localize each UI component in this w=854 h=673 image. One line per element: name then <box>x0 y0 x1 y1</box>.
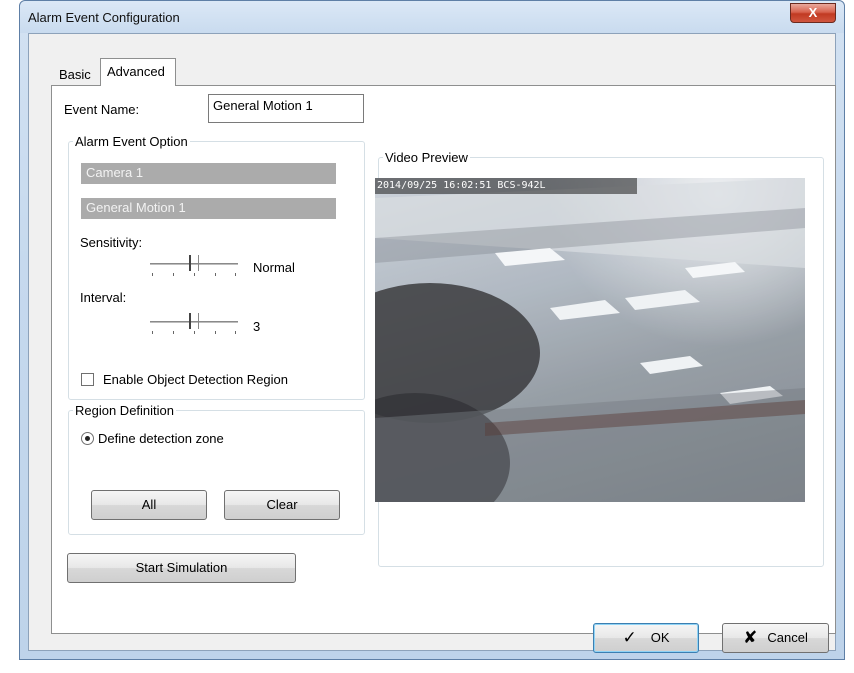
slider-tick <box>235 273 236 276</box>
enable-region-checkbox[interactable] <box>81 373 94 386</box>
close-button[interactable]: X <box>790 3 836 23</box>
alarm-event-option-legend: Alarm Event Option <box>75 134 188 149</box>
title-bar[interactable]: Alarm Event Configuration X <box>20 1 844 33</box>
enable-region-label: Enable Object Detection Region <box>103 372 289 387</box>
define-zone-radio[interactable] <box>81 432 94 445</box>
ok-label: OK <box>650 630 670 645</box>
event-name-input[interactable]: General Motion 1 <box>208 94 364 123</box>
sensitivity-value: Normal <box>253 260 295 275</box>
slider-thumb[interactable] <box>189 313 199 329</box>
radio-selected-dot <box>85 436 90 441</box>
x-icon: ✘ <box>743 628 758 647</box>
interval-slider[interactable] <box>146 313 242 335</box>
cancel-label: Cancel <box>767 630 808 645</box>
tab-basic[interactable]: Basic <box>53 62 97 85</box>
close-icon: X <box>808 5 818 20</box>
slider-thumb[interactable] <box>189 255 199 271</box>
window-title: Alarm Event Configuration <box>28 10 180 25</box>
slider-tick <box>235 331 236 334</box>
start-simulation-button[interactable]: Start Simulation <box>67 553 296 583</box>
all-button[interactable]: All <box>91 490 207 520</box>
video-osd-timestamp: 2014/09/25 16:02:51 BCS-942L <box>375 178 637 194</box>
slider-tick <box>194 331 195 334</box>
interval-label: Interval: <box>80 290 127 305</box>
slider-tick <box>152 273 153 276</box>
slider-tick <box>215 273 216 276</box>
video-preview-legend: Video Preview <box>385 150 468 165</box>
slider-tick <box>173 273 174 276</box>
sensitivity-label: Sensitivity: <box>80 235 143 250</box>
slider-tick <box>215 331 216 334</box>
region-definition-legend: Region Definition <box>75 403 175 418</box>
tab-advanced[interactable]: Advanced <box>100 58 176 86</box>
event-field: General Motion 1 <box>81 198 336 219</box>
sensitivity-slider[interactable] <box>146 255 242 277</box>
clear-button[interactable]: Clear <box>224 490 340 520</box>
cancel-button[interactable]: ✘ Cancel <box>722 623 829 653</box>
ok-button[interactable]: ✓ OK <box>593 623 699 653</box>
event-name-label: Event Name: <box>64 102 140 117</box>
define-zone-label: Define detection zone <box>98 431 224 446</box>
slider-tick <box>194 273 195 276</box>
interval-value: 3 <box>253 319 261 334</box>
camera-frame-illustration <box>375 178 805 502</box>
video-preview-image: 2014/09/25 16:02:51 BCS-942L <box>375 178 805 502</box>
slider-tick <box>152 331 153 334</box>
slider-tick <box>173 331 174 334</box>
camera-field: Camera 1 <box>81 163 336 184</box>
checkmark-icon: ✓ <box>622 628 637 647</box>
